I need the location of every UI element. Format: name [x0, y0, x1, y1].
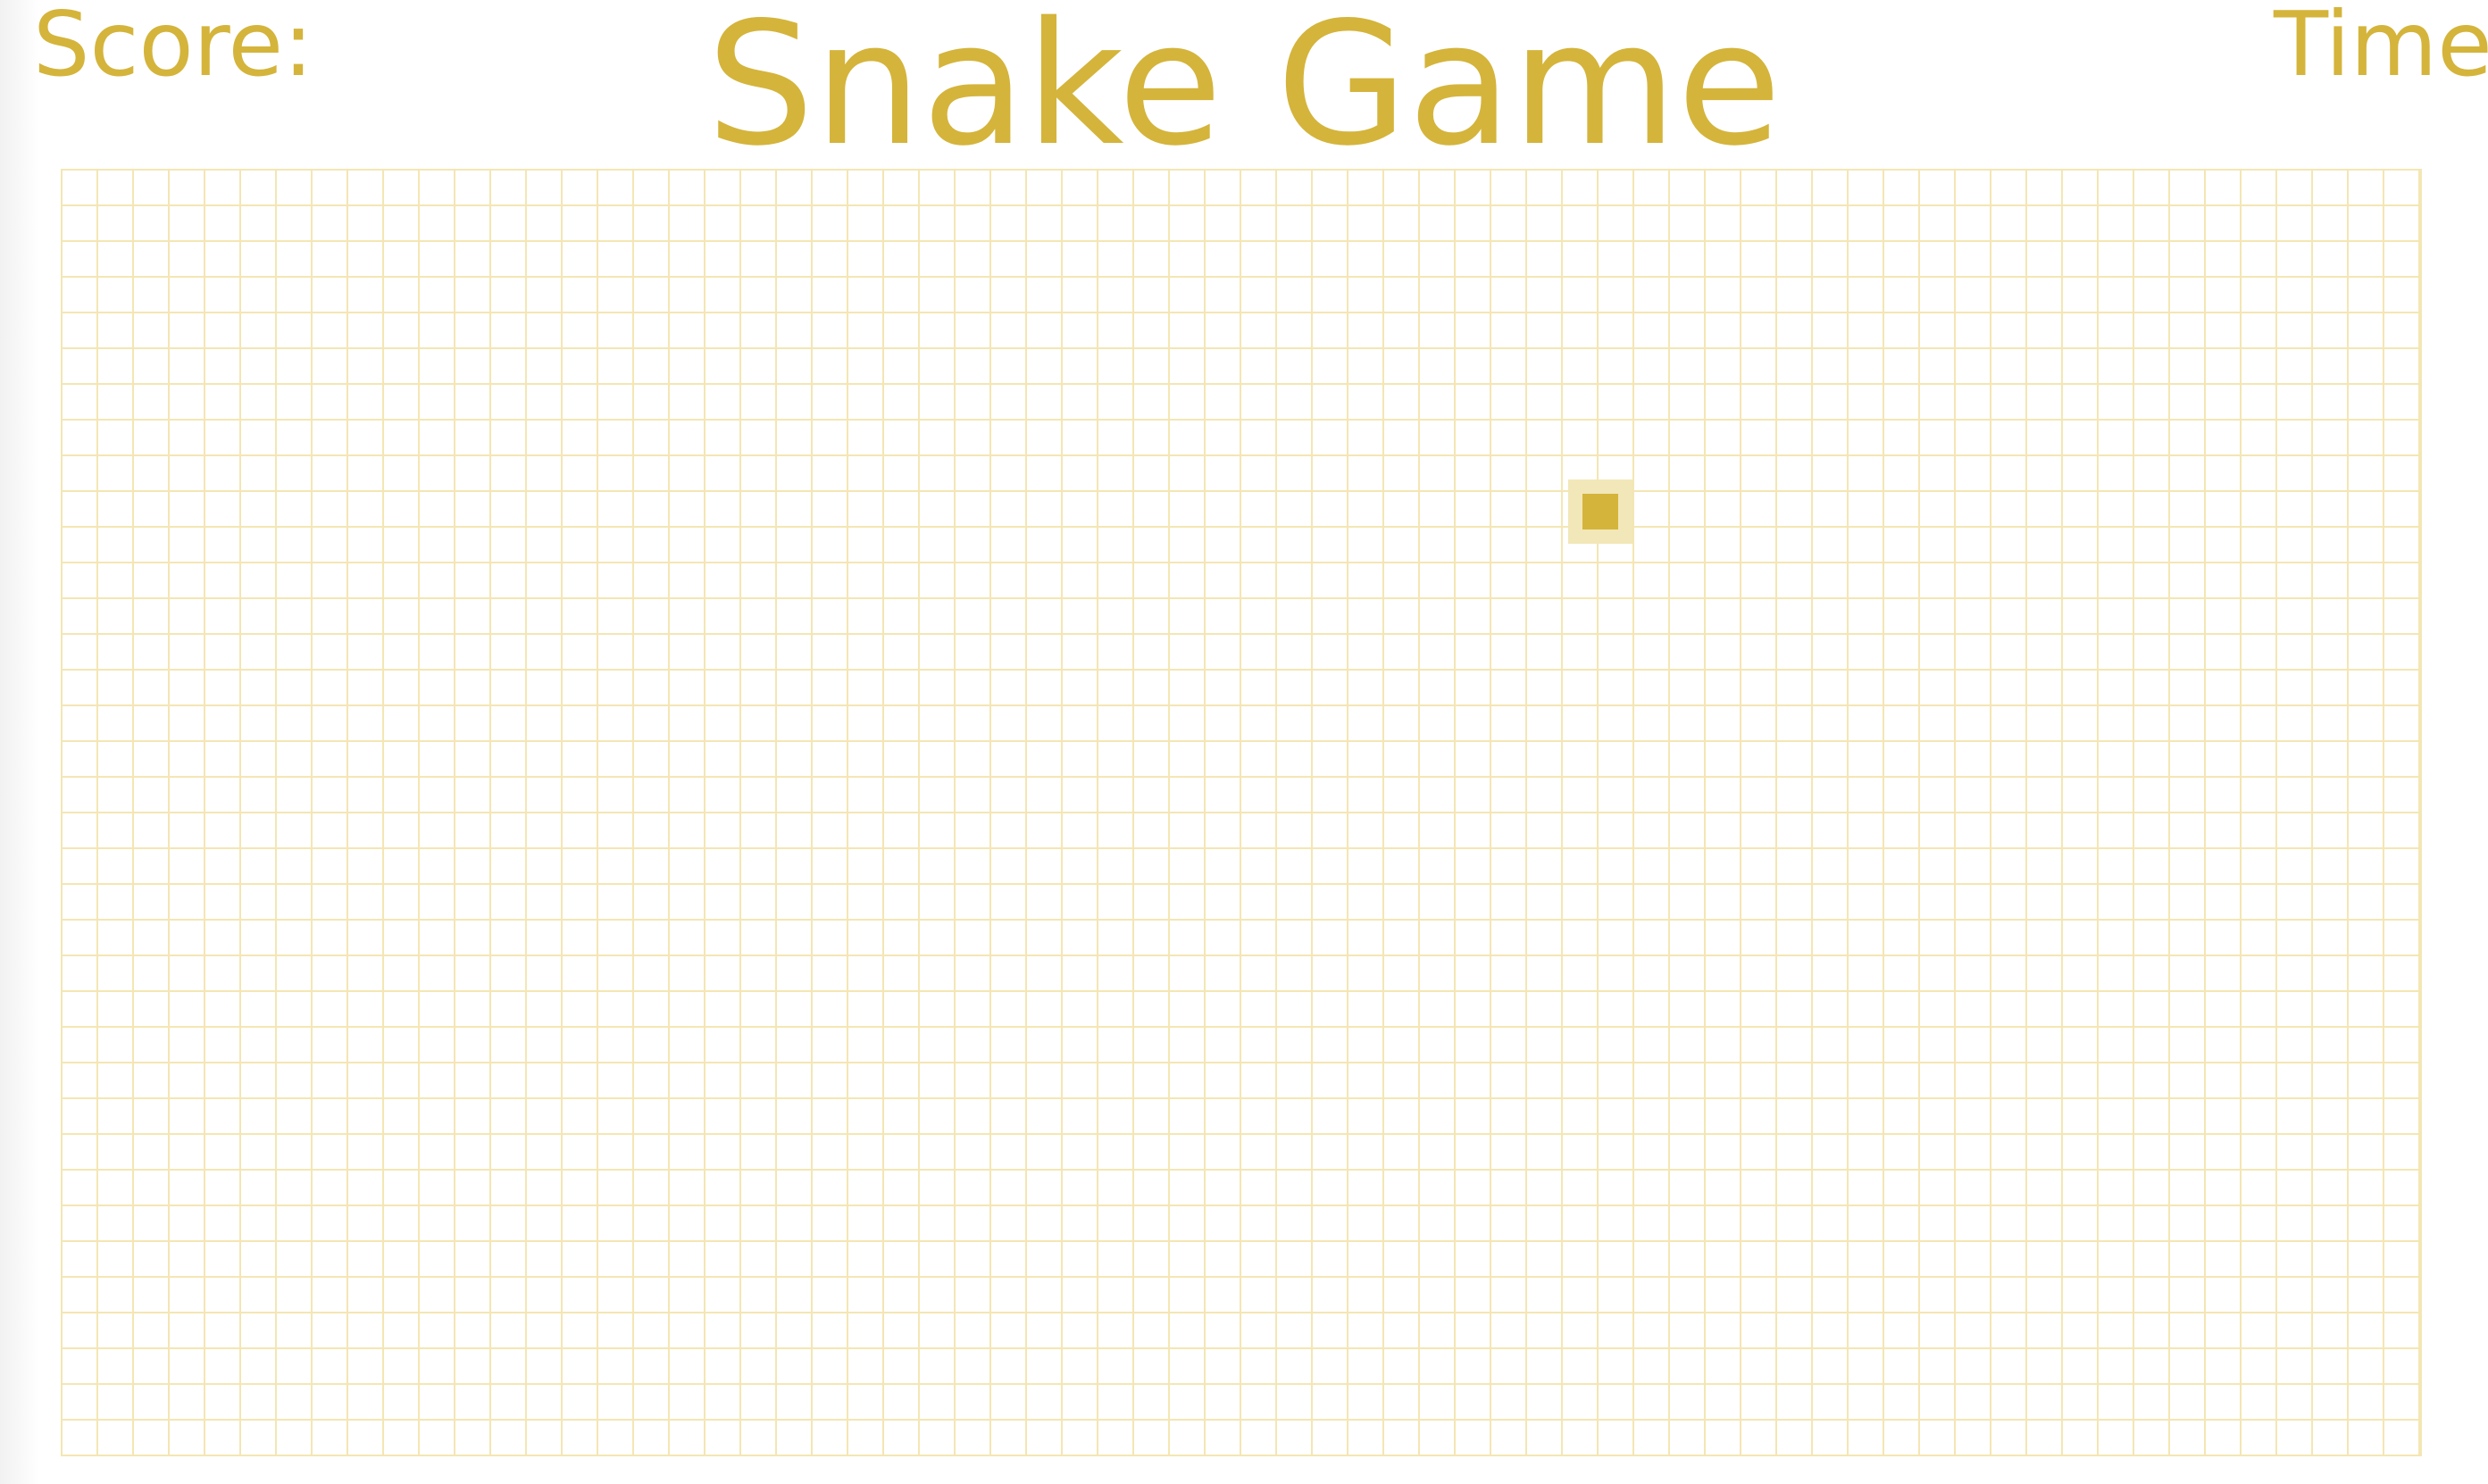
left-edge-shadow [0, 0, 39, 1484]
food-pellet [1568, 479, 1632, 544]
food-pellet-core [1582, 494, 1618, 529]
game-title: Snake Game [706, 0, 1782, 183]
game-board[interactable] [61, 169, 2422, 1456]
time-label: Time [2274, 0, 2488, 96]
